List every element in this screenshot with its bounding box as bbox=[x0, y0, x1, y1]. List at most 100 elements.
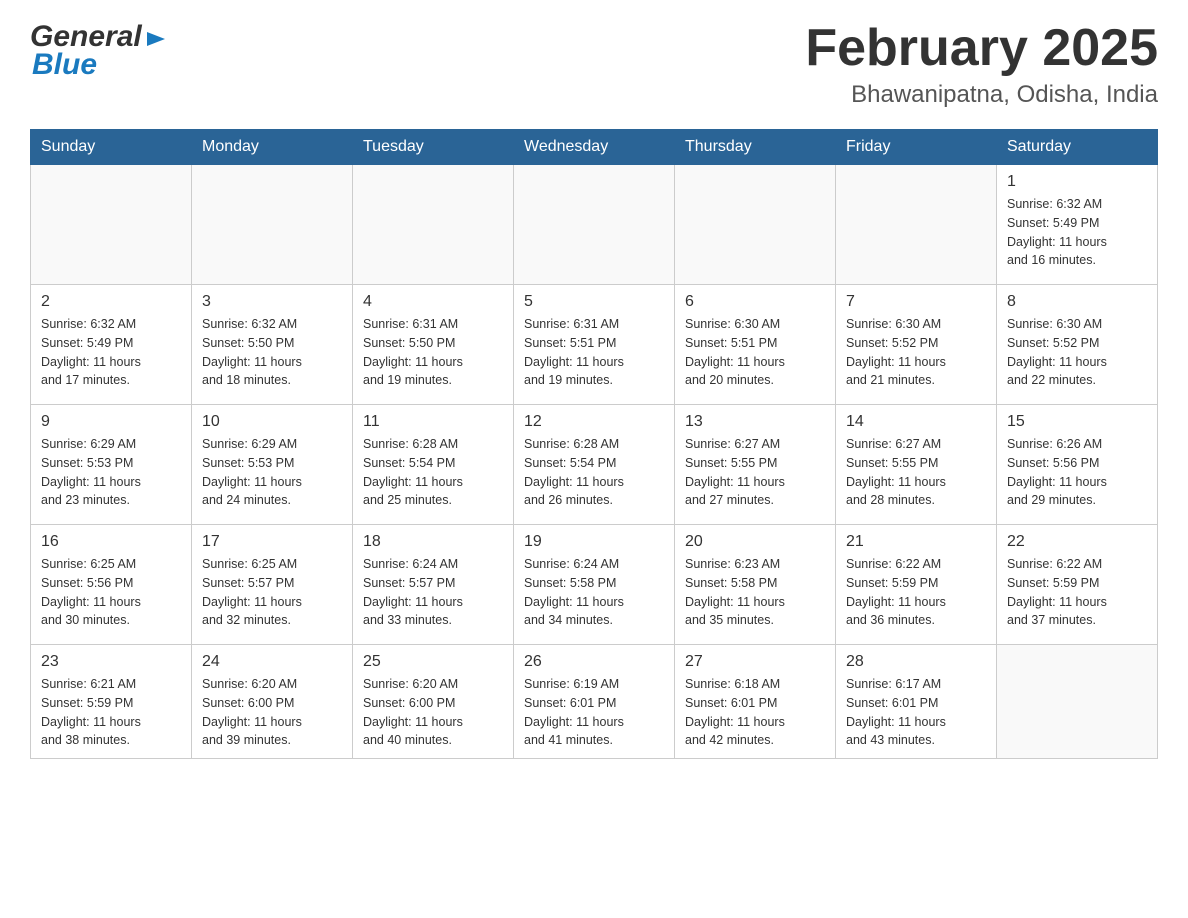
day-info: Sunrise: 6:32 AM Sunset: 5:49 PM Dayligh… bbox=[1007, 195, 1147, 270]
day-header-monday: Monday bbox=[192, 130, 353, 165]
day-info: Sunrise: 6:18 AM Sunset: 6:01 PM Dayligh… bbox=[685, 675, 825, 750]
day-info: Sunrise: 6:29 AM Sunset: 5:53 PM Dayligh… bbox=[41, 435, 181, 510]
calendar-cell: 18 Sunrise: 6:24 AM Sunset: 5:57 PM Dayli… bbox=[353, 525, 514, 645]
logo: General Blue bbox=[30, 20, 167, 82]
calendar-cell: 14Sunrise: 6:27 AM Sunset: 5:55 PM Dayli… bbox=[836, 405, 997, 525]
day-number: 18 bbox=[363, 533, 503, 551]
location-title: Bhawanipatna, Odisha, India bbox=[805, 81, 1158, 109]
day-info: Sunrise: 6:32 AM Sunset: 5:49 PM Dayligh… bbox=[41, 315, 181, 390]
day-info: Sunrise: 6:19 AM Sunset: 6:01 PM Dayligh… bbox=[524, 675, 664, 750]
day-number: 27 bbox=[685, 653, 825, 671]
day-info: Sunrise: 6:22 AM Sunset: 5:59 PM Dayligh… bbox=[1007, 555, 1147, 630]
calendar-cell bbox=[997, 645, 1158, 759]
day-number: 26 bbox=[524, 653, 664, 671]
day-number: 11 bbox=[363, 413, 503, 431]
day-info: Sunrise: 6:31 AM Sunset: 5:50 PM Dayligh… bbox=[363, 315, 503, 390]
day-info: Sunrise: 6:31 AM Sunset: 5:51 PM Dayligh… bbox=[524, 315, 664, 390]
calendar-cell: 23 Sunrise: 6:21 AM Sunset: 5:59 PM Dayli… bbox=[31, 645, 192, 759]
calendar-cell: 11 Sunrise: 6:28 AM Sunset: 5:54 PM Dayli… bbox=[353, 405, 514, 525]
day-number: 23 bbox=[41, 653, 181, 671]
calendar-cell: 8 Sunrise: 6:30 AM Sunset: 5:52 PM Daylig… bbox=[997, 285, 1158, 405]
day-number: 19 bbox=[524, 533, 664, 551]
calendar-cell: 19 Sunrise: 6:24 AM Sunset: 5:58 PM Dayli… bbox=[514, 525, 675, 645]
day-number: 9 bbox=[41, 413, 181, 431]
calendar-cell: 12 Sunrise: 6:28 AM Sunset: 5:54 PM Dayli… bbox=[514, 405, 675, 525]
calendar-cell: 27 Sunrise: 6:18 AM Sunset: 6:01 PM Dayli… bbox=[675, 645, 836, 759]
day-number: 12 bbox=[524, 413, 664, 431]
calendar-cell: 28 Sunrise: 6:17 AM Sunset: 6:01 PM Dayli… bbox=[836, 645, 997, 759]
calendar-cell: 22 Sunrise: 6:22 AM Sunset: 5:59 PM Dayli… bbox=[997, 525, 1158, 645]
page-header: General Blue February 2025 Bhawanipatna,… bbox=[30, 20, 1158, 109]
day-number: 7 bbox=[846, 293, 986, 311]
logo-arrow-icon bbox=[145, 28, 167, 50]
week-row-4: 16 Sunrise: 6:25 AM Sunset: 5:56 PM Dayli… bbox=[31, 525, 1158, 645]
calendar-cell bbox=[192, 165, 353, 285]
day-info: Sunrise: 6:25 AM Sunset: 5:56 PM Dayligh… bbox=[41, 555, 181, 630]
day-info: Sunrise: 6:27 AM Sunset: 5:55 PM Dayligh… bbox=[846, 435, 986, 510]
calendar-cell: 15 Sunrise: 6:26 AM Sunset: 5:56 PM Dayli… bbox=[997, 405, 1158, 525]
calendar-cell bbox=[836, 165, 997, 285]
calendar-cell bbox=[514, 165, 675, 285]
day-number: 13 bbox=[685, 413, 825, 431]
day-header-friday: Friday bbox=[836, 130, 997, 165]
day-number: 8 bbox=[1007, 293, 1147, 311]
calendar-cell: 10Sunrise: 6:29 AM Sunset: 5:53 PM Dayli… bbox=[192, 405, 353, 525]
day-header-row: SundayMondayTuesdayWednesdayThursdayFrid… bbox=[31, 130, 1158, 165]
week-row-1: 1 Sunrise: 6:32 AM Sunset: 5:49 PM Daylig… bbox=[31, 165, 1158, 285]
day-info: Sunrise: 6:17 AM Sunset: 6:01 PM Dayligh… bbox=[846, 675, 986, 750]
calendar-cell: 5 Sunrise: 6:31 AM Sunset: 5:51 PM Daylig… bbox=[514, 285, 675, 405]
day-number: 25 bbox=[363, 653, 503, 671]
day-number: 21 bbox=[846, 533, 986, 551]
day-number: 5 bbox=[524, 293, 664, 311]
day-header-sunday: Sunday bbox=[31, 130, 192, 165]
week-row-3: 9 Sunrise: 6:29 AM Sunset: 5:53 PM Daylig… bbox=[31, 405, 1158, 525]
day-number: 1 bbox=[1007, 173, 1147, 191]
calendar-cell bbox=[353, 165, 514, 285]
day-info: Sunrise: 6:28 AM Sunset: 5:54 PM Dayligh… bbox=[524, 435, 664, 510]
calendar-cell: 2 Sunrise: 6:32 AM Sunset: 5:49 PM Daylig… bbox=[31, 285, 192, 405]
calendar-cell: 7 Sunrise: 6:30 AM Sunset: 5:52 PM Daylig… bbox=[836, 285, 997, 405]
calendar-cell: 21 Sunrise: 6:22 AM Sunset: 5:59 PM Dayli… bbox=[836, 525, 997, 645]
calendar-cell: 16 Sunrise: 6:25 AM Sunset: 5:56 PM Dayli… bbox=[31, 525, 192, 645]
calendar-cell: 25Sunrise: 6:20 AM Sunset: 6:00 PM Dayli… bbox=[353, 645, 514, 759]
calendar-cell: 1 Sunrise: 6:32 AM Sunset: 5:49 PM Daylig… bbox=[997, 165, 1158, 285]
day-number: 4 bbox=[363, 293, 503, 311]
calendar-cell bbox=[675, 165, 836, 285]
week-row-2: 2 Sunrise: 6:32 AM Sunset: 5:49 PM Daylig… bbox=[31, 285, 1158, 405]
day-info: Sunrise: 6:23 AM Sunset: 5:58 PM Dayligh… bbox=[685, 555, 825, 630]
calendar-cell: 26 Sunrise: 6:19 AM Sunset: 6:01 PM Dayli… bbox=[514, 645, 675, 759]
day-number: 24 bbox=[202, 653, 342, 671]
calendar-cell: 4 Sunrise: 6:31 AM Sunset: 5:50 PM Daylig… bbox=[353, 285, 514, 405]
day-info: Sunrise: 6:28 AM Sunset: 5:54 PM Dayligh… bbox=[363, 435, 503, 510]
day-header-thursday: Thursday bbox=[675, 130, 836, 165]
day-info: Sunrise: 6:30 AM Sunset: 5:52 PM Dayligh… bbox=[1007, 315, 1147, 390]
day-info: Sunrise: 6:30 AM Sunset: 5:52 PM Dayligh… bbox=[846, 315, 986, 390]
day-header-tuesday: Tuesday bbox=[353, 130, 514, 165]
day-info: Sunrise: 6:25 AM Sunset: 5:57 PM Dayligh… bbox=[202, 555, 342, 630]
calendar-cell: 24Sunrise: 6:20 AM Sunset: 6:00 PM Dayli… bbox=[192, 645, 353, 759]
logo-blue-text: Blue bbox=[32, 48, 167, 82]
calendar-cell: 3Sunrise: 6:32 AM Sunset: 5:50 PM Daylig… bbox=[192, 285, 353, 405]
day-info: Sunrise: 6:24 AM Sunset: 5:58 PM Dayligh… bbox=[524, 555, 664, 630]
day-info: Sunrise: 6:27 AM Sunset: 5:55 PM Dayligh… bbox=[685, 435, 825, 510]
day-number: 10 bbox=[202, 413, 342, 431]
day-info: Sunrise: 6:22 AM Sunset: 5:59 PM Dayligh… bbox=[846, 555, 986, 630]
calendar-cell bbox=[31, 165, 192, 285]
calendar-cell: 17Sunrise: 6:25 AM Sunset: 5:57 PM Dayli… bbox=[192, 525, 353, 645]
month-title: February 2025 bbox=[805, 20, 1158, 77]
day-number: 15 bbox=[1007, 413, 1147, 431]
title-area: February 2025 Bhawanipatna, Odisha, Indi… bbox=[805, 20, 1158, 109]
day-info: Sunrise: 6:26 AM Sunset: 5:56 PM Dayligh… bbox=[1007, 435, 1147, 510]
calendar-cell: 6Sunrise: 6:30 AM Sunset: 5:51 PM Daylig… bbox=[675, 285, 836, 405]
day-number: 16 bbox=[41, 533, 181, 551]
week-row-5: 23 Sunrise: 6:21 AM Sunset: 5:59 PM Dayli… bbox=[31, 645, 1158, 759]
day-number: 3 bbox=[202, 293, 342, 311]
calendar-table: SundayMondayTuesdayWednesdayThursdayFrid… bbox=[30, 129, 1158, 759]
day-number: 2 bbox=[41, 293, 181, 311]
day-info: Sunrise: 6:24 AM Sunset: 5:57 PM Dayligh… bbox=[363, 555, 503, 630]
day-number: 28 bbox=[846, 653, 986, 671]
calendar-cell: 9 Sunrise: 6:29 AM Sunset: 5:53 PM Daylig… bbox=[31, 405, 192, 525]
day-number: 6 bbox=[685, 293, 825, 311]
day-info: Sunrise: 6:21 AM Sunset: 5:59 PM Dayligh… bbox=[41, 675, 181, 750]
day-number: 22 bbox=[1007, 533, 1147, 551]
